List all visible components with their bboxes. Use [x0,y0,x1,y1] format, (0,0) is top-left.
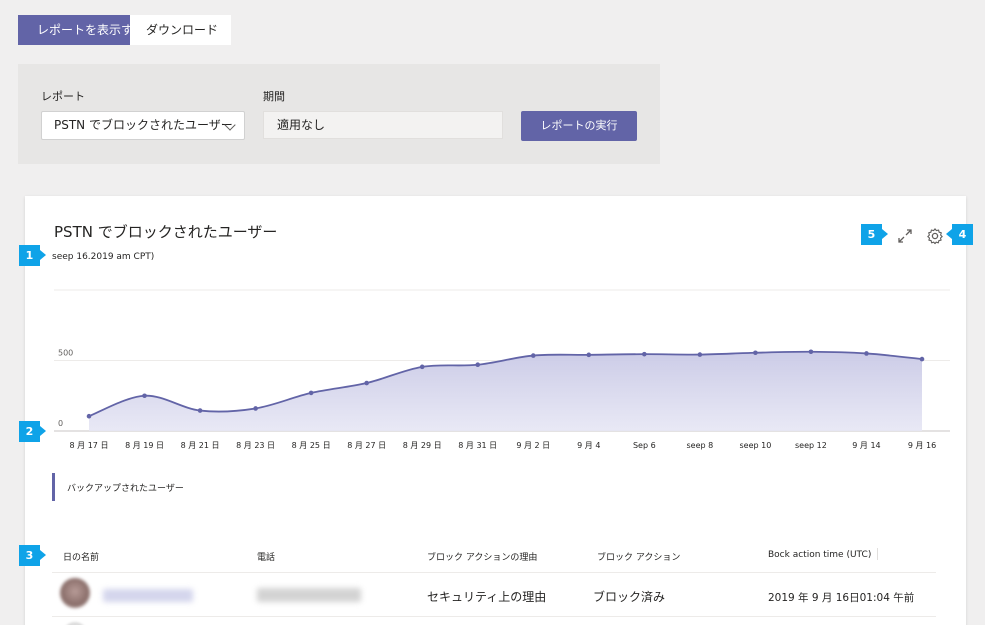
run-report-button[interactable]: レポートの実行 [521,111,637,141]
cell-reason: セキュリティ上の理由 [427,590,547,604]
report-label: レポート [41,90,85,103]
card-title: PSTN でブロックされたユーザー [54,223,278,241]
report-card: PSTN でブロックされたユーザー seep 16.2019 am CPT) 1… [25,196,966,625]
data-point [197,408,203,413]
avatar [60,578,90,608]
cell-action: ブロック済み [593,590,666,604]
data-point [253,406,258,411]
x-tick-label: 8 月 23 日 [236,441,275,450]
data-point [419,364,425,370]
chart-x-ticks: 8 月 17 日 8 月 19 日 8 月 21 日 8 月 23 日 8 月 25 日… [70,441,937,450]
column-header-name[interactable]: 日の名前 [63,550,99,563]
column-header-time[interactable]: Bock action time (UTC) [768,550,871,560]
x-tick-label: 8 月 27 日 [347,441,386,450]
period-label: 期間 [263,90,285,103]
callout-3: 3 [19,545,46,566]
tab-download[interactable]: ダウンロード [130,15,231,45]
callout-1: 1 [19,245,46,266]
data-point [808,349,814,355]
x-tick-label: 9 月 16 [908,441,936,450]
chart-area: 1K5000 8 月 17 日8 月 19 日8 月 21 日8 月 23 日8… [54,286,950,450]
expand-icon[interactable] [896,227,914,245]
chart-series-area [89,351,922,431]
data-point [86,413,92,419]
x-tick-label: 9 月 4 [577,441,600,450]
column-divider [877,548,878,560]
data-point [530,353,536,358]
report-select-value: PSTN でブロックされたユーザー [54,118,233,132]
x-tick-label: 9 月 14 [852,441,880,450]
data-point [308,390,314,396]
x-tick-label: seep 10 [739,441,771,450]
chart-legend: バックアップされたユーザー [52,473,184,501]
data-point [364,380,369,386]
legend-label: バックアップされたユーザー [67,483,184,494]
callout-5: 5 [861,224,888,245]
column-header-phone[interactable]: 電話 [257,550,275,563]
tab-view-report[interactable]: レポートを表示する [18,15,130,45]
card-subtitle: seep 16.2019 am CPT) [52,252,155,262]
gear-icon[interactable] [926,227,944,245]
cell-time: 2019 年 9 月 16日01:04 午前 [768,592,915,604]
chart-y-ticks: 1K 500 0 [58,286,73,428]
x-tick-label: 8 月 25 日 [292,441,331,450]
data-point [753,350,758,356]
x-tick-label: 8 月 21 日 [181,441,220,450]
period-field[interactable]: 適用なし [263,111,503,139]
x-tick-label: 8 月 31 日 [458,441,497,450]
filter-panel: レポート 期間 PSTN でブロックされたユーザー 適用なし レポートの実行 [18,64,660,164]
x-tick-label: 8 月 29 日 [403,441,442,450]
report-select[interactable]: PSTN でブロックされたユーザー [41,111,245,140]
y-tick-label: 1K [58,286,69,287]
x-tick-label: 8 月 19 日 [125,441,164,450]
y-tick-label: 0 [58,419,63,428]
x-tick-label: 8 月 17 日 [70,441,109,450]
callout-4: 4 [946,224,973,245]
legend-swatch [52,473,55,501]
x-tick-label: seep 12 [795,441,827,450]
data-point [864,351,869,356]
x-tick-label: 9 月 2 日 [516,441,550,450]
callout-2: 2 [19,421,46,442]
x-tick-label: Sep 6 [633,441,656,450]
table-header-divider [52,572,936,573]
phone-redacted [257,588,361,602]
column-header-action[interactable]: ブロック アクション [597,550,680,563]
user-name-redacted[interactable] [103,589,193,602]
y-tick-label: 500 [58,349,73,358]
data-point [142,393,147,399]
data-point [919,356,925,362]
data-point [697,352,703,357]
table-row-divider [52,616,936,617]
x-tick-label: seep 8 [686,441,713,450]
column-header-reason[interactable]: ブロック アクションの理由 [427,550,537,563]
data-point [642,351,647,357]
data-point [586,352,592,358]
data-point [475,362,481,368]
